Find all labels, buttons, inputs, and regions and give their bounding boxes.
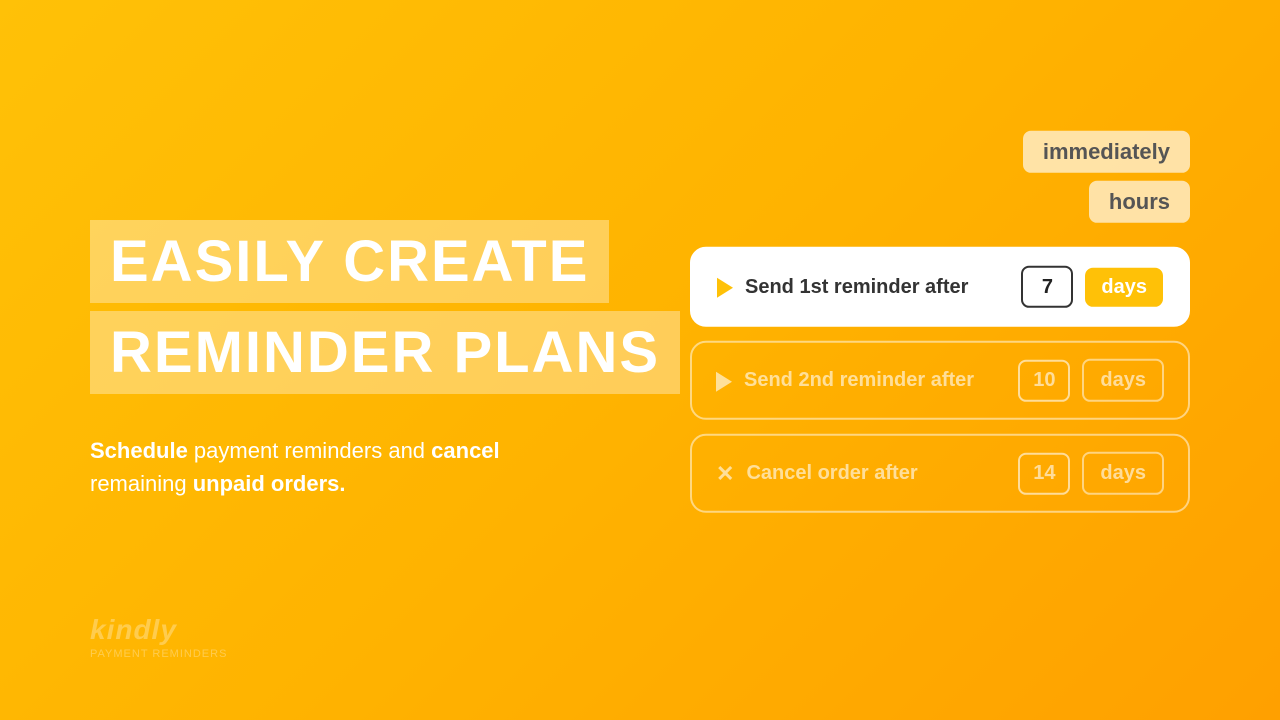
subtitle-part2: payment reminders and (188, 438, 431, 463)
card1-unit[interactable]: days (1085, 267, 1163, 306)
title-line1: EASILY CREATE (90, 220, 609, 303)
card2-unit[interactable]: days (1082, 359, 1164, 402)
logo-subtext: PAYMENT REMINDERS (90, 648, 227, 660)
main-container: EASILY CREATE REMINDER PLANS Schedule pa… (0, 0, 1280, 720)
right-section: immediately hours Send 1st reminder afte… (690, 131, 1190, 513)
subtitle-unpaid: unpaid orders. (193, 471, 346, 496)
subtitle-schedule: Schedule (90, 438, 188, 463)
card1-value-input[interactable] (1021, 266, 1073, 308)
reminder-card-1: Send 1st reminder after days (690, 247, 1190, 327)
x-icon: ✕ (716, 460, 734, 486)
subtitle-cancel: cancel (431, 438, 500, 463)
title-line2: REMINDER PLANS (90, 311, 680, 394)
play-icon-1 (717, 274, 733, 300)
subtitle: Schedule payment reminders and cancel re… (90, 434, 510, 500)
card3-unit[interactable]: days (1082, 452, 1164, 495)
dropdown-tags: immediately hours (1023, 131, 1190, 223)
cancel-card: ✕ Cancel order after days (690, 434, 1190, 513)
logo-text: kindly (90, 614, 177, 645)
card2-label: Send 2nd reminder after (744, 369, 1006, 392)
card3-label: Cancel order after (746, 462, 1006, 485)
card2-value-input[interactable] (1018, 359, 1070, 401)
tag-hours[interactable]: hours (1089, 181, 1190, 223)
tag-immediately[interactable]: immediately (1023, 131, 1190, 173)
card3-value-input[interactable] (1018, 452, 1070, 494)
reminder-card-2: Send 2nd reminder after days (690, 341, 1190, 420)
title-line2-text: REMINDER PLANS (110, 320, 660, 385)
left-section: EASILY CREATE REMINDER PLANS Schedule pa… (90, 220, 680, 500)
reminder-cards: Send 1st reminder after days Send 2nd re… (690, 247, 1190, 513)
title-line1-text: EASILY CREATE (110, 229, 589, 294)
subtitle-part4: remaining (90, 471, 193, 496)
play-icon-2 (716, 367, 732, 393)
logo: kindly PAYMENT REMINDERS (90, 614, 227, 660)
card1-label: Send 1st reminder after (745, 275, 1009, 298)
